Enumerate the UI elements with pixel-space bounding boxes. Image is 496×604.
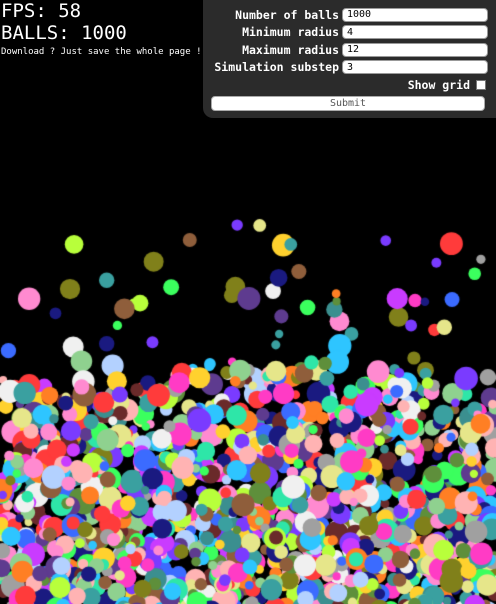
max-radius-input[interactable] xyxy=(342,42,488,57)
substep-label: Simulation substep xyxy=(214,60,339,75)
num-balls-input[interactable] xyxy=(342,7,488,22)
num-balls-row: Number of balls xyxy=(211,6,488,24)
fps-counter: FPS: 58 xyxy=(1,0,82,22)
stats-overlay: FPS: 58 BALLS: 1000 Download ? Just save… xyxy=(1,0,201,58)
num-balls-label: Number of balls xyxy=(235,7,339,22)
min-radius-label: Minimum radius xyxy=(242,25,339,40)
show-grid-checkbox[interactable] xyxy=(476,79,486,90)
ball-count: BALLS: 1000 xyxy=(1,22,127,44)
substep-input[interactable] xyxy=(342,60,488,75)
substep-row: Simulation substep xyxy=(211,59,488,77)
max-radius-row: Maximum radius xyxy=(211,41,488,59)
show-grid-row: Show grid xyxy=(211,76,488,94)
download-hint: Download ? Just save the whole page ! xyxy=(1,47,202,57)
min-radius-row: Minimum radius xyxy=(211,24,488,42)
min-radius-input[interactable] xyxy=(342,25,488,40)
max-radius-label: Maximum radius xyxy=(242,42,339,57)
submit-button[interactable]: Submit xyxy=(211,95,485,111)
settings-panel: Number of balls Minimum radius Maximum r… xyxy=(203,0,496,118)
show-grid-label: Show grid xyxy=(407,77,470,92)
